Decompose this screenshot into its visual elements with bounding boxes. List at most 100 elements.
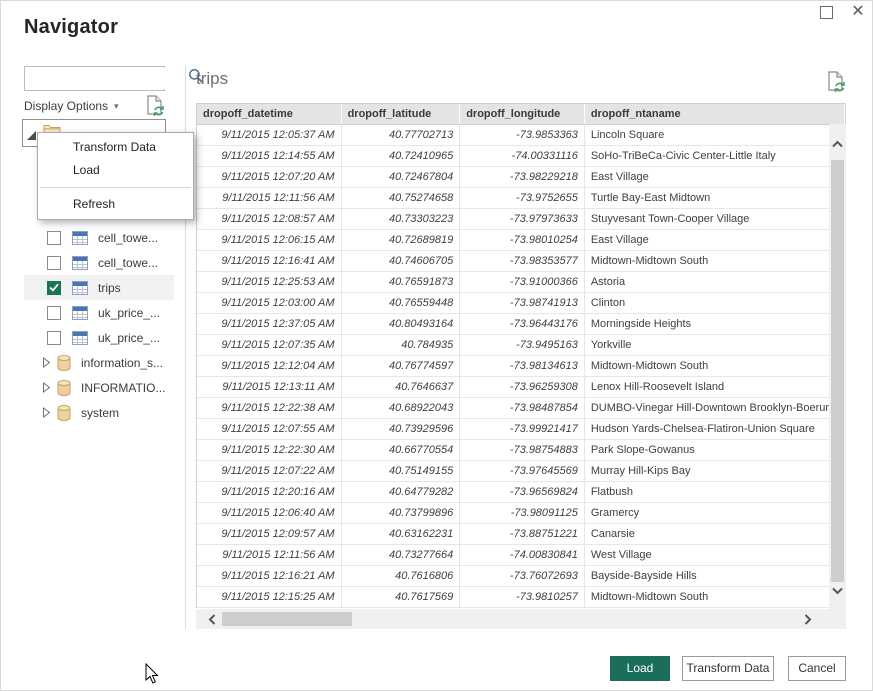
cell: 40.68922043 bbox=[342, 398, 461, 419]
table-row: 9/11/2015 12:14:55 AM40.72410965-74.0033… bbox=[197, 146, 845, 167]
tree-item-trips[interactable]: trips bbox=[24, 275, 174, 300]
checkbox-trips[interactable] bbox=[47, 281, 61, 295]
tree-item-informatio[interactable]: INFORMATIO... bbox=[24, 375, 174, 400]
tree-item-system[interactable]: system bbox=[24, 400, 174, 425]
checkbox-uk-price[interactable] bbox=[47, 331, 61, 345]
load-button[interactable]: Load bbox=[610, 656, 670, 681]
cell: Lenox Hill-Roosevelt Island bbox=[585, 377, 845, 398]
cell: 9/11/2015 12:05:37 AM bbox=[197, 125, 342, 146]
tree-item-uk-price[interactable]: uk_price_... bbox=[24, 325, 174, 350]
search-box[interactable] bbox=[24, 66, 165, 91]
cell: 40.63162231 bbox=[342, 524, 461, 545]
tree-item-information-s[interactable]: information_s... bbox=[24, 350, 174, 375]
table-icon bbox=[72, 231, 88, 245]
menu-item-load[interactable]: Load bbox=[38, 159, 193, 182]
column-header-dropoff-datetime[interactable]: dropoff_datetime bbox=[197, 104, 342, 124]
tree-item-uk-price[interactable]: uk_price_... bbox=[24, 300, 174, 325]
scroll-right-icon[interactable] bbox=[801, 613, 814, 626]
maximize-icon[interactable] bbox=[820, 6, 833, 19]
cell: 9/11/2015 12:25:53 AM bbox=[197, 272, 342, 293]
table-row: 9/11/2015 12:07:35 AM40.784935-73.949516… bbox=[197, 335, 845, 356]
database-icon bbox=[57, 355, 71, 371]
cell: -73.99921417 bbox=[460, 419, 585, 440]
chevron-down-icon: ▾ bbox=[114, 101, 119, 112]
cell: -73.98010254 bbox=[460, 230, 585, 251]
checkbox-uk-price[interactable] bbox=[47, 306, 61, 320]
table-row: 9/11/2015 12:20:16 AM40.64779282-73.9656… bbox=[197, 482, 845, 503]
node-expanded-icon[interactable] bbox=[27, 131, 36, 140]
cell: 40.76774597 bbox=[342, 356, 461, 377]
cell: Midtown-Midtown South bbox=[585, 356, 845, 377]
cell: 9/11/2015 12:03:00 AM bbox=[197, 293, 342, 314]
scroll-up-icon[interactable] bbox=[831, 138, 844, 151]
scroll-down-icon[interactable] bbox=[831, 584, 844, 597]
cell: -73.88751221 bbox=[460, 524, 585, 545]
tree-item-label: system bbox=[81, 406, 119, 420]
cell: 40.784935 bbox=[342, 335, 461, 356]
menu-separator bbox=[40, 187, 191, 188]
cell: Yorkville bbox=[585, 335, 845, 356]
cell: -74.00331116 bbox=[460, 146, 585, 167]
dialog-title: Navigator bbox=[24, 16, 118, 39]
cell: 9/11/2015 12:07:55 AM bbox=[197, 419, 342, 440]
close-icon[interactable]: ✕ bbox=[848, 2, 868, 22]
cell: 9/11/2015 12:13:11 AM bbox=[197, 377, 342, 398]
cell: 40.64779282 bbox=[342, 482, 461, 503]
chevron-right-icon[interactable] bbox=[42, 357, 51, 368]
refresh-document-icon[interactable] bbox=[146, 95, 164, 122]
cell: West Village bbox=[585, 545, 845, 566]
column-header-dropoff-longitude[interactable]: dropoff_longitude bbox=[460, 104, 585, 124]
transform-data-button[interactable]: Transform Data bbox=[682, 656, 774, 681]
cell: -73.98229218 bbox=[460, 167, 585, 188]
cell: 9/11/2015 12:07:20 AM bbox=[197, 167, 342, 188]
cell: 9/11/2015 12:07:35 AM bbox=[197, 335, 342, 356]
chevron-right-icon[interactable] bbox=[42, 382, 51, 393]
vertical-scroll-thumb[interactable] bbox=[831, 160, 844, 582]
menu-item-transform-data[interactable]: Transform Data bbox=[38, 136, 193, 159]
scroll-left-icon[interactable] bbox=[206, 613, 219, 626]
cell: -73.97973633 bbox=[460, 209, 585, 230]
tree-item-label: uk_price_... bbox=[98, 331, 160, 345]
horizontal-scroll-thumb[interactable] bbox=[222, 612, 352, 626]
table-row: 9/11/2015 12:08:57 AM40.73303223-73.9797… bbox=[197, 209, 845, 230]
cell: -73.98353577 bbox=[460, 251, 585, 272]
cell: 9/11/2015 12:20:16 AM bbox=[197, 482, 342, 503]
tree-item-label: cell_towe... bbox=[98, 231, 158, 245]
cancel-button[interactable]: Cancel bbox=[788, 656, 846, 681]
vertical-scrollbar[interactable] bbox=[829, 124, 846, 629]
cell: 9/11/2015 12:11:56 AM bbox=[197, 545, 342, 566]
search-input[interactable] bbox=[25, 68, 188, 89]
cell: 40.7616806 bbox=[342, 566, 461, 587]
cell: Murray Hill-Kips Bay bbox=[585, 461, 845, 482]
tree-item-cell-towe[interactable]: cell_towe... bbox=[24, 225, 174, 250]
cell: 40.76559448 bbox=[342, 293, 461, 314]
cell: Park Slope-Gowanus bbox=[585, 440, 845, 461]
checkbox-cell-towe[interactable] bbox=[47, 231, 61, 245]
cell: -73.96259308 bbox=[460, 377, 585, 398]
cell: Morningside Heights bbox=[585, 314, 845, 335]
cell: 40.66770554 bbox=[342, 440, 461, 461]
table-icon bbox=[72, 256, 88, 270]
table-row: 9/11/2015 12:09:57 AM40.63162231-73.8875… bbox=[197, 524, 845, 545]
column-header-dropoff-ntaname[interactable]: dropoff_ntaname bbox=[585, 104, 845, 124]
table-row: 9/11/2015 12:25:53 AM40.76591873-73.9100… bbox=[197, 272, 845, 293]
cell: -73.76072693 bbox=[460, 566, 585, 587]
refresh-preview-icon[interactable] bbox=[827, 71, 845, 98]
table-row: 9/11/2015 12:03:00 AM40.76559448-73.9874… bbox=[197, 293, 845, 314]
checkbox-cell-towe[interactable] bbox=[47, 256, 61, 270]
menu-item-refresh[interactable]: Refresh bbox=[38, 193, 193, 216]
cell: Midtown-Midtown South bbox=[585, 251, 845, 272]
grid-body: 9/11/2015 12:05:37 AM40.77702713-73.9853… bbox=[197, 125, 845, 608]
cell: Midtown-Midtown South bbox=[585, 587, 845, 608]
tree-item-cell-towe[interactable]: cell_towe... bbox=[24, 250, 174, 275]
database-icon bbox=[57, 380, 71, 396]
column-header-dropoff-latitude[interactable]: dropoff_latitude bbox=[342, 104, 461, 124]
chevron-right-icon[interactable] bbox=[42, 407, 51, 418]
display-options-dropdown[interactable]: Display Options ▾ bbox=[24, 99, 119, 113]
horizontal-scrollbar[interactable] bbox=[196, 609, 846, 629]
table-row: 9/11/2015 12:07:55 AM40.73929596-73.9992… bbox=[197, 419, 845, 440]
table-row: 9/11/2015 12:15:25 AM40.7617569-73.98102… bbox=[197, 587, 845, 608]
cell: 40.73303223 bbox=[342, 209, 461, 230]
cell: 9/11/2015 12:22:38 AM bbox=[197, 398, 342, 419]
cell: 9/11/2015 12:37:05 AM bbox=[197, 314, 342, 335]
